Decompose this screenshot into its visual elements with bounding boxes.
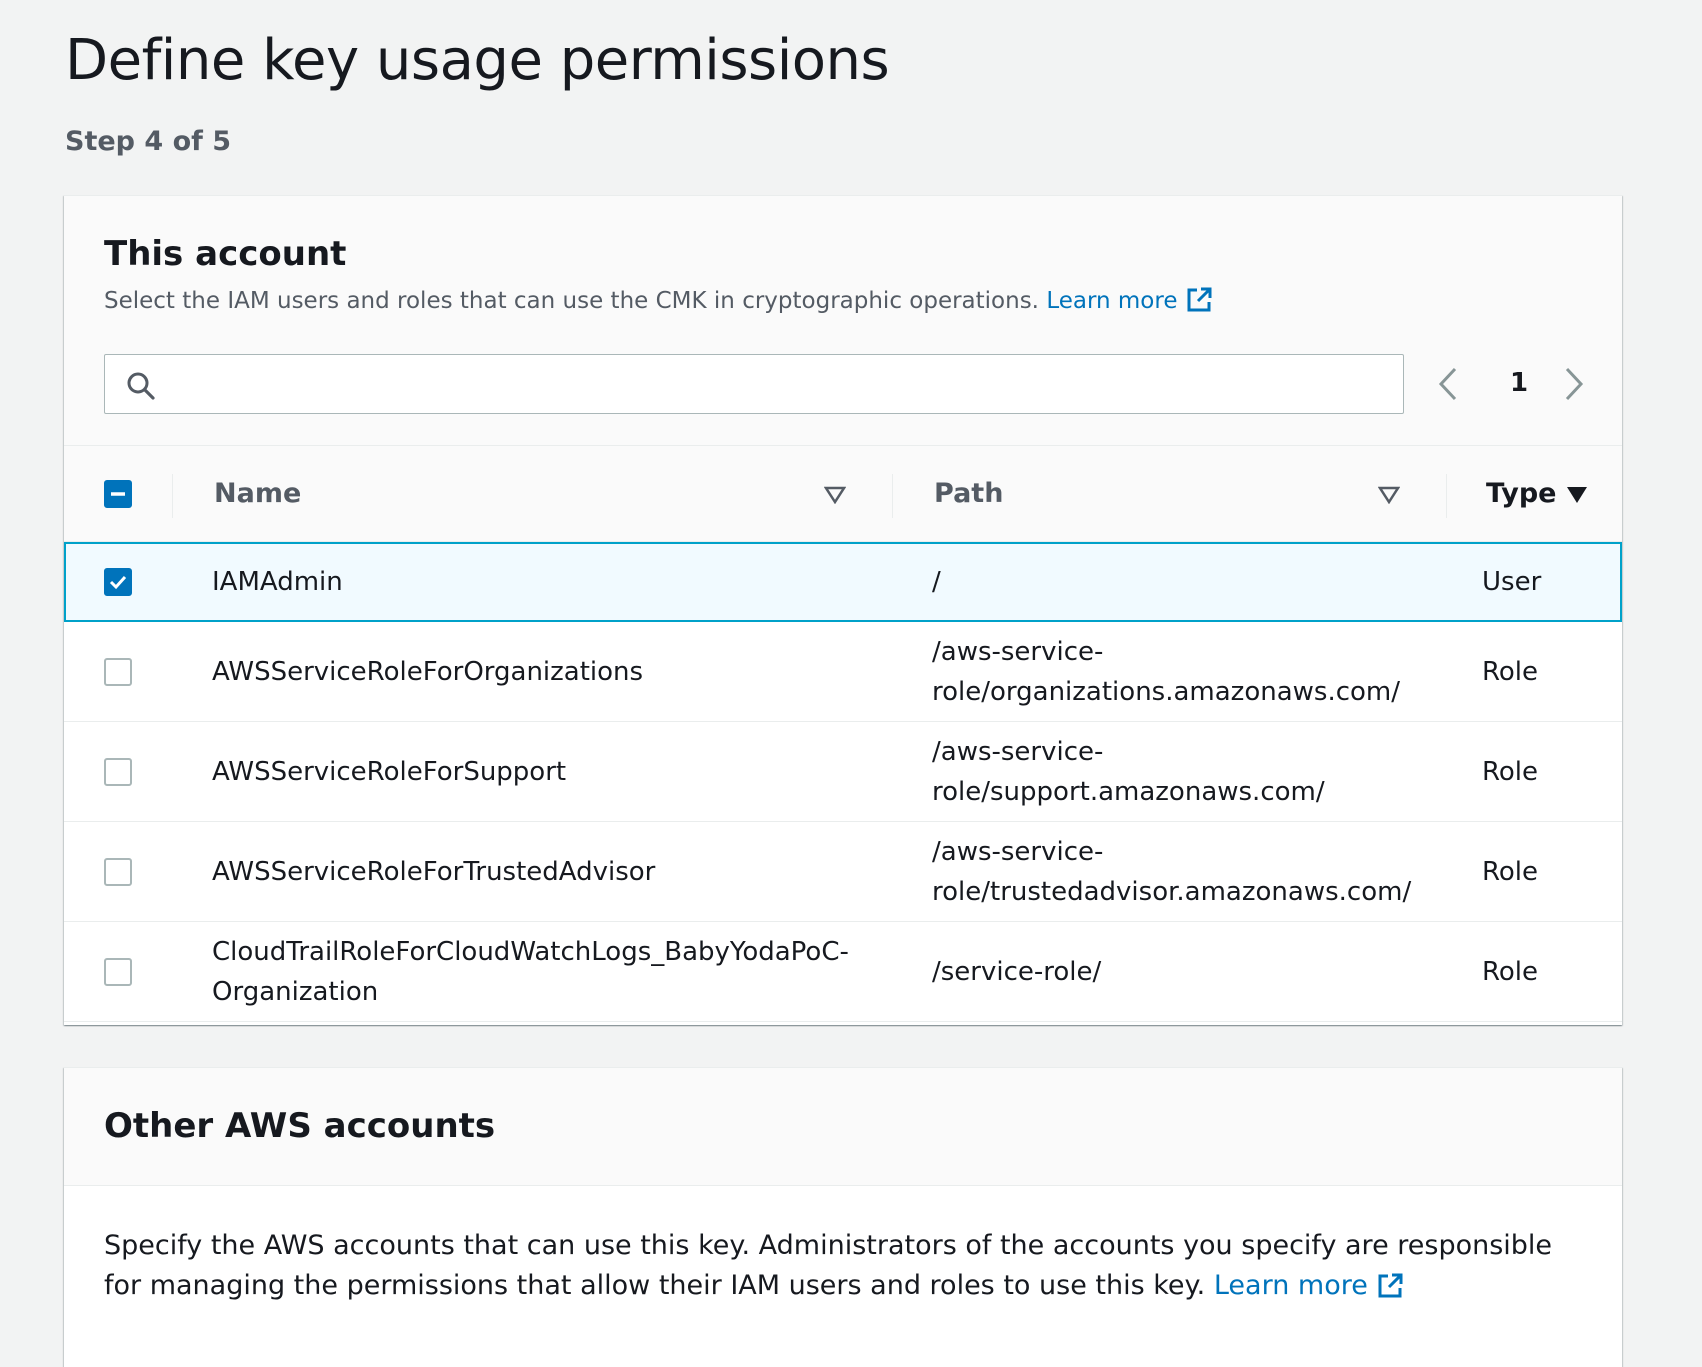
row-type: Role xyxy=(1482,957,1539,987)
step-indicator: Step 4 of 5 xyxy=(65,126,232,157)
table-header: Name Path Type xyxy=(64,446,1622,542)
other-accounts-description: Specify the AWS accounts that can use th… xyxy=(104,1226,1584,1312)
row-path: / xyxy=(932,567,941,597)
row-path: /aws-service- role/support.amazonaws.com… xyxy=(932,732,1452,812)
row-type: Role xyxy=(1482,857,1539,887)
column-header-type[interactable]: Type xyxy=(1486,478,1556,509)
this-account-description: Select the IAM users and roles that can … xyxy=(104,286,1213,320)
search-icon xyxy=(125,370,157,406)
other-accounts-panel: Other AWS accounts Specify the AWS accou… xyxy=(64,1067,1622,1367)
external-link-icon xyxy=(1185,286,1213,320)
current-page-number[interactable]: 1 xyxy=(1504,368,1534,398)
row-path: /service-role/ xyxy=(932,957,1102,987)
column-divider xyxy=(1446,474,1447,518)
page-title: Define key usage permissions xyxy=(65,28,890,93)
table-row[interactable]: AWSServiceRoleForOrganizations /aws-serv… xyxy=(64,622,1622,722)
other-accounts-learn-more-link[interactable]: Learn more xyxy=(1214,1270,1404,1301)
row-path-line: role/organizations.amazonaws.com/ xyxy=(932,677,1400,707)
this-account-header: This account Select the IAM users and ro… xyxy=(64,196,1622,446)
other-accounts-title: Other AWS accounts xyxy=(104,1106,496,1146)
row-checkbox[interactable] xyxy=(104,658,132,686)
this-account-title: This account xyxy=(104,234,347,274)
row-checkbox[interactable] xyxy=(104,758,132,786)
column-header-name[interactable]: Name xyxy=(214,478,301,509)
learn-more-label: Learn more xyxy=(1046,288,1178,314)
row-name: AWSServiceRoleForOrganizations xyxy=(212,657,644,687)
other-accounts-header: Other AWS accounts xyxy=(64,1068,1622,1186)
previous-page-button[interactable] xyxy=(1436,366,1462,406)
next-page-button[interactable] xyxy=(1560,366,1586,406)
table-row[interactable]: AWSServiceRoleForSupport /aws-service- r… xyxy=(64,722,1622,822)
page: Define key usage permissions Step 4 of 5… xyxy=(0,0,1702,1367)
column-divider xyxy=(172,474,173,518)
row-name: CloudTrailRoleForCloudWatchLogs_BabyYoda… xyxy=(212,932,852,1012)
column-header-path[interactable]: Path xyxy=(934,478,1003,509)
row-path-line: role/support.amazonaws.com/ xyxy=(932,777,1325,807)
row-name: IAMAdmin xyxy=(212,567,343,597)
table-row[interactable]: AWSServiceRoleForTrustedAdvisor /aws-ser… xyxy=(64,822,1622,922)
sort-path-icon[interactable] xyxy=(1377,486,1401,508)
row-name: AWSServiceRoleForTrustedAdvisor xyxy=(212,857,656,887)
search-input[interactable] xyxy=(104,354,1404,414)
row-type: Role xyxy=(1482,757,1539,787)
row-path-line: role/trustedadvisor.amazonaws.com/ xyxy=(932,877,1412,907)
row-path-line: /aws-service- xyxy=(932,837,1104,867)
sort-type-descending-icon[interactable] xyxy=(1566,486,1588,508)
learn-more-link[interactable]: Learn more xyxy=(1046,287,1213,314)
row-name-line: CloudTrailRoleForCloudWatchLogs_BabyYoda… xyxy=(212,937,849,967)
row-checkbox[interactable] xyxy=(104,958,132,986)
row-path: /aws-service- role/organizations.amazona… xyxy=(932,632,1452,712)
row-path: /aws-service- role/trustedadvisor.amazon… xyxy=(932,832,1452,912)
table-row-selected[interactable]: IAMAdmin / User xyxy=(64,542,1622,622)
external-link-icon xyxy=(1376,1272,1404,1312)
this-account-description-text: Select the IAM users and roles that can … xyxy=(104,288,1039,314)
learn-more-label: Learn more xyxy=(1213,1270,1368,1301)
row-name-line: Organization xyxy=(212,977,379,1007)
column-divider xyxy=(892,474,893,518)
this-account-panel: This account Select the IAM users and ro… xyxy=(64,195,1622,1025)
select-all-checkbox[interactable] xyxy=(104,480,132,508)
row-path-line: /aws-service- xyxy=(932,637,1104,667)
row-type: Role xyxy=(1482,657,1539,687)
sort-name-icon[interactable] xyxy=(823,486,847,508)
row-checkbox[interactable] xyxy=(104,858,132,886)
table-row[interactable]: CloudTrailRoleForCloudWatchLogs_BabyYoda… xyxy=(64,922,1622,1022)
row-type: User xyxy=(1482,567,1542,597)
row-path-line: /aws-service- xyxy=(932,737,1104,767)
row-checkbox[interactable] xyxy=(104,568,132,596)
row-name: AWSServiceRoleForSupport xyxy=(212,757,567,787)
